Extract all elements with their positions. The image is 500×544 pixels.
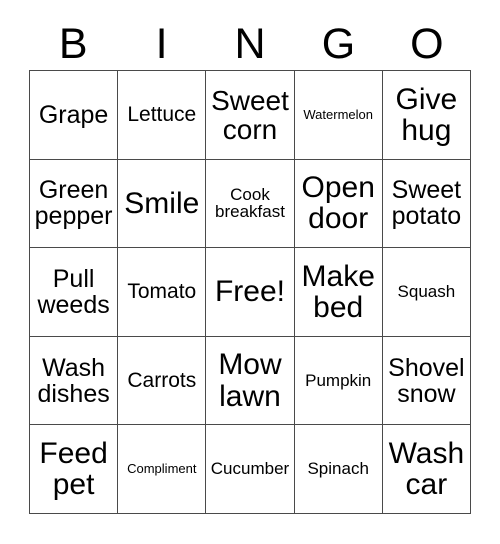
bingo-cell-label: Lettuce	[127, 102, 197, 126]
bingo-header-letter-n: N	[234, 19, 266, 68]
bingo-cell-label: Tomato	[127, 280, 197, 304]
bingo-cell-r1c1[interactable]: Grape	[30, 71, 119, 160]
bingo-cell-r5c3[interactable]: Cucumber	[206, 425, 295, 514]
bingo-cell-label: Open door	[301, 171, 375, 236]
bingo-cell-label: Sweet corn	[211, 84, 289, 145]
bingo-cell-label: Wash dishes	[37, 353, 110, 408]
bingo-cell-r2c4[interactable]: Open door	[294, 159, 383, 249]
bingo-cell-label: Give hug	[395, 82, 458, 147]
bingo-cell-label: Grape	[38, 100, 109, 129]
bingo-cell-r2c2[interactable]: Smile	[118, 159, 207, 249]
bingo-card: B I N G O Grape Lettuce Sweet corn Watermelon Gi…	[0, 0, 500, 544]
bingo-cell-label: Spinach	[307, 459, 369, 479]
bingo-cell-label: Smile	[124, 186, 200, 220]
bingo-cell-r2c1[interactable]: Green pepper	[30, 159, 119, 249]
bingo-cell-label: Compliment	[127, 461, 197, 477]
bingo-cell-r3c4[interactable]: Make bed	[294, 248, 383, 337]
bingo-cell-r4c5[interactable]: Shovel snow	[382, 336, 471, 426]
bingo-cell-r5c1[interactable]: Feed pet	[30, 425, 119, 514]
bingo-cell-r4c2[interactable]: Carrots	[118, 336, 207, 426]
bingo-cell-r1c2[interactable]: Lettuce	[118, 71, 207, 160]
bingo-cell-label: Make bed	[301, 259, 375, 324]
bingo-header-letter-o: O	[410, 19, 444, 68]
bingo-cell-r1c5[interactable]: Give hug	[382, 71, 471, 160]
bingo-cell-r2c3[interactable]: Cook breakfast	[206, 159, 295, 249]
bingo-cell-label: Shovel snow	[388, 353, 465, 408]
bingo-cell-label: Feed pet	[39, 437, 108, 502]
bingo-cell-r3c2[interactable]: Tomato	[118, 248, 207, 337]
bingo-cell-r4c3[interactable]: Mow lawn	[206, 336, 295, 426]
bingo-cell-label: Carrots	[127, 368, 197, 392]
bingo-header-letter-g: G	[321, 19, 356, 68]
bingo-cell-label: Pumpkin	[305, 370, 372, 390]
bingo-cell-label: Cucumber	[210, 459, 290, 479]
bingo-cell-r1c4[interactable]: Watermelon	[294, 71, 383, 160]
bingo-cell-r4c4[interactable]: Pumpkin	[294, 336, 383, 426]
bingo-cell-r5c2[interactable]: Compliment	[118, 425, 207, 514]
bingo-cell-r5c4[interactable]: Spinach	[294, 425, 383, 514]
bingo-cell-r2c5[interactable]: Sweet potato	[382, 159, 471, 249]
bingo-cell-r3c1[interactable]: Pull weeds	[30, 248, 119, 337]
bingo-cell-label: Watermelon	[303, 107, 373, 123]
bingo-cell-label: Wash car	[388, 437, 465, 502]
bingo-cell-label: Green pepper	[34, 176, 113, 231]
bingo-cell-r5c5[interactable]: Wash car	[382, 425, 471, 514]
bingo-cell-label: Squash	[397, 282, 456, 302]
bingo-cell-r1c3[interactable]: Sweet corn	[206, 71, 295, 160]
bingo-grid: Grape Lettuce Sweet corn Watermelon Give hug…	[29, 70, 471, 514]
bingo-cell-label: Pull weeds	[37, 264, 110, 319]
bingo-header-row: BINGO	[29, 18, 471, 70]
bingo-header-letter-b: B	[58, 19, 88, 68]
bingo-header-letter-i: I	[155, 19, 168, 68]
bingo-cell-label: Cook breakfast	[215, 184, 285, 222]
bingo-cell-r4c1[interactable]: Wash dishes	[30, 336, 119, 426]
bingo-cell-label: Sweet potato	[391, 176, 462, 231]
bingo-cell-label: Mow lawn	[218, 348, 282, 413]
bingo-cell-label: Free!	[214, 275, 285, 309]
bingo-cell-r3c5[interactable]: Squash	[382, 248, 471, 337]
bingo-cell-r3c3[interactable]: Free!	[206, 248, 295, 337]
